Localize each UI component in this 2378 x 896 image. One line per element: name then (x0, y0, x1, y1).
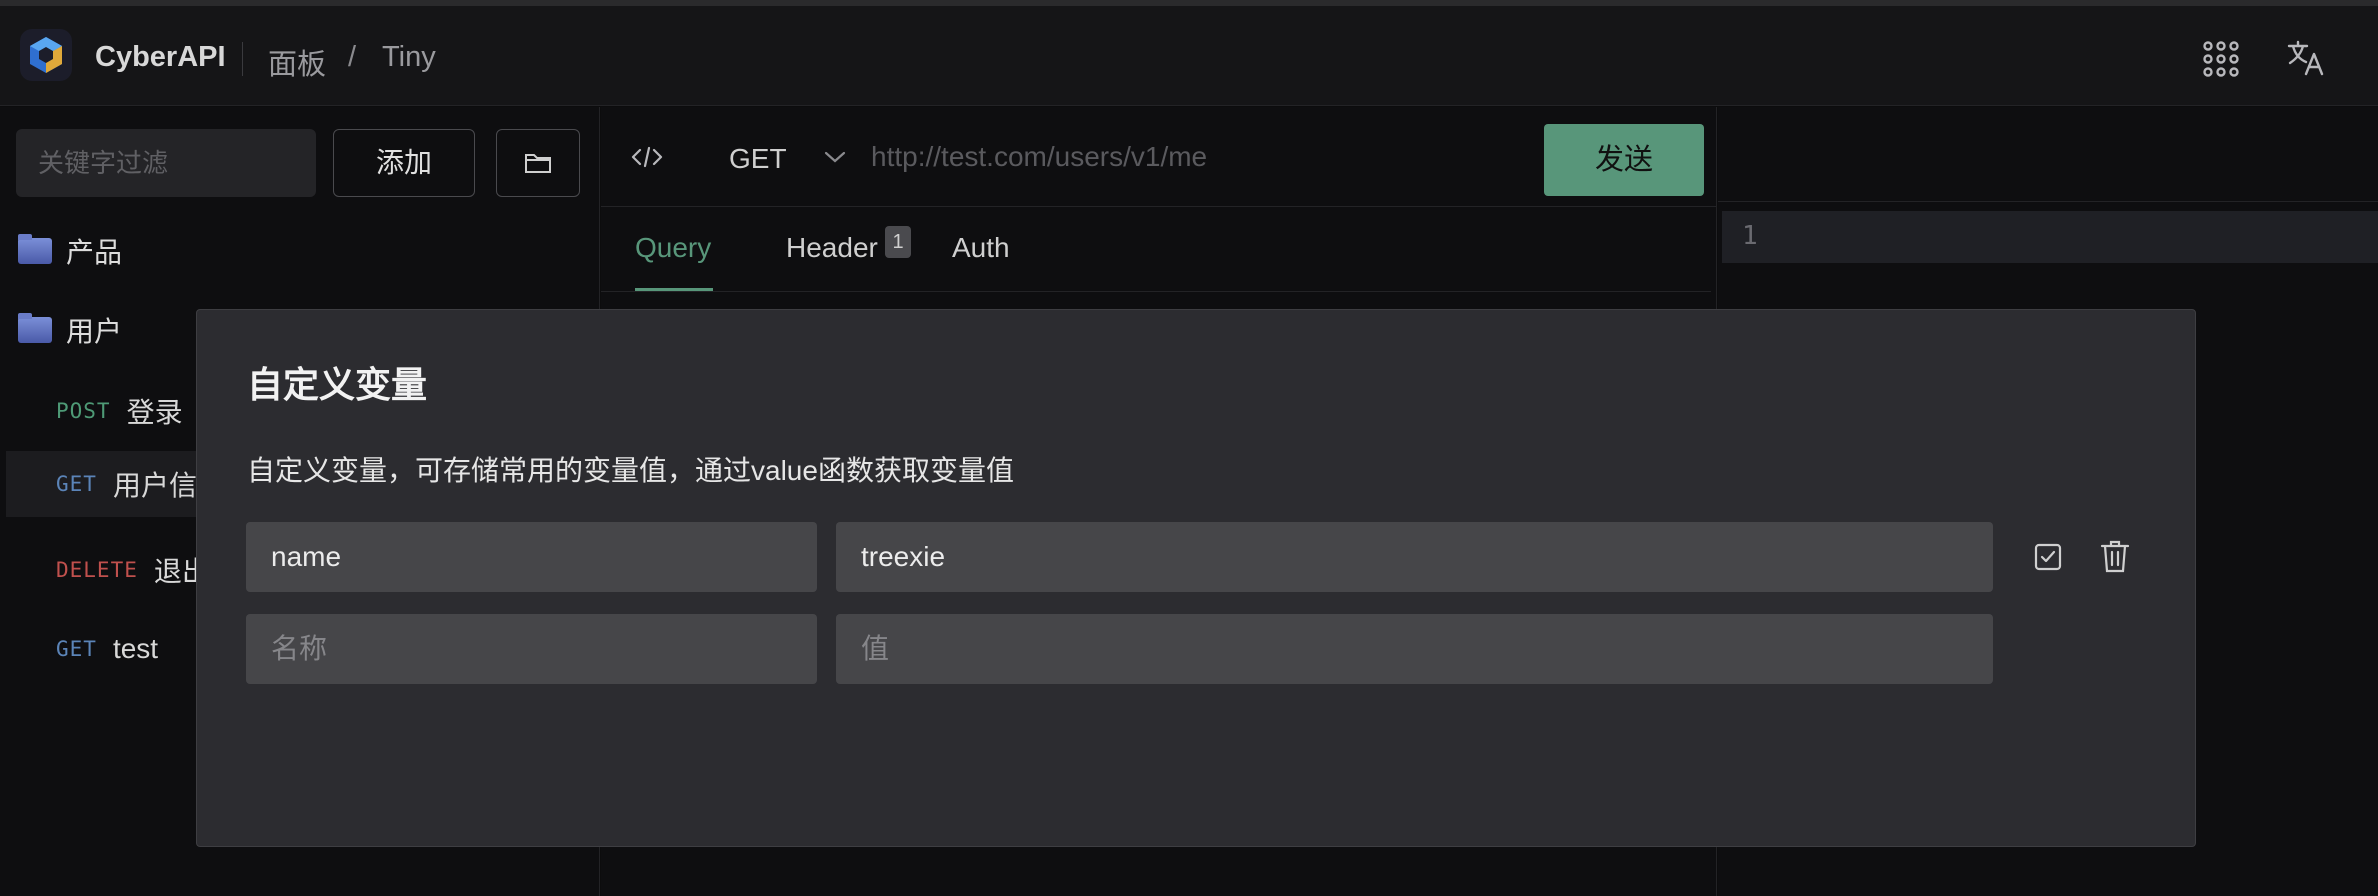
code-icon[interactable] (631, 145, 663, 169)
method-badge: DELETE (56, 558, 138, 582)
tab-query[interactable]: Query (635, 232, 711, 264)
custom-variables-dialog: 自定义变量 自定义变量，可存储常用的变量值，通过value函数获取变量值 (196, 309, 2196, 847)
filter-input[interactable] (16, 129, 316, 197)
apps-grid-icon[interactable] (2202, 40, 2240, 78)
method-badge: GET (56, 472, 97, 496)
tree-folder-users[interactable]: 用户 (18, 310, 122, 350)
variable-name-field[interactable] (246, 522, 817, 592)
send-button[interactable]: 发送 (1544, 124, 1704, 196)
folder-icon (18, 313, 52, 343)
dialog-title: 自定义变量 (247, 364, 428, 405)
new-variable-name-field[interactable] (246, 614, 817, 684)
request-tabs: Query Header 1 Auth (601, 208, 1711, 292)
translate-icon[interactable] (2286, 38, 2326, 78)
header-divider (242, 42, 243, 76)
chevron-down-icon[interactable] (823, 149, 847, 165)
tab-auth[interactable]: Auth (952, 232, 1010, 264)
variable-value-field[interactable] (836, 522, 1993, 592)
breadcrumb-dashboard[interactable]: 面板 (268, 41, 326, 83)
request-name: 用户信 (112, 470, 197, 501)
url-input[interactable] (871, 125, 1531, 189)
method-select[interactable]: GET (729, 143, 787, 175)
header-count-badge: 1 (885, 226, 911, 258)
editor-divider (1718, 201, 2378, 202)
method-badge: GET (56, 637, 97, 661)
editor-active-line[interactable] (1722, 211, 2378, 263)
app-logo-icon (20, 29, 72, 81)
folder-label: 产品 (66, 237, 123, 268)
url-bar: GET 发送 (601, 107, 1717, 207)
request-name: 登录 (126, 397, 183, 428)
new-variable-value-field[interactable] (836, 614, 1993, 684)
breadcrumb-project: Tiny (382, 41, 436, 73)
new-folder-button[interactable] (496, 129, 580, 197)
line-number: 1 (1742, 221, 1758, 251)
trash-icon[interactable] (2099, 538, 2131, 574)
active-tab-indicator (635, 288, 713, 291)
method-badge: POST (56, 399, 111, 423)
app-header: CyberAPI 面板 / Tiny (0, 6, 2378, 106)
tab-header[interactable]: Header (786, 232, 878, 264)
checkbox-icon[interactable] (2033, 542, 2063, 572)
dialog-description: 自定义变量，可存储常用的变量值，通过value函数获取变量值 (247, 455, 1014, 486)
tree-folder-products[interactable]: 产品 (18, 231, 122, 271)
add-button[interactable]: 添加 (333, 129, 475, 197)
request-name: test (112, 633, 159, 664)
app-name: CyberAPI (95, 41, 226, 73)
folder-label: 用户 (66, 316, 123, 347)
folder-icon (18, 234, 52, 264)
breadcrumb-separator: / (348, 41, 357, 73)
folder-icon (525, 154, 551, 173)
